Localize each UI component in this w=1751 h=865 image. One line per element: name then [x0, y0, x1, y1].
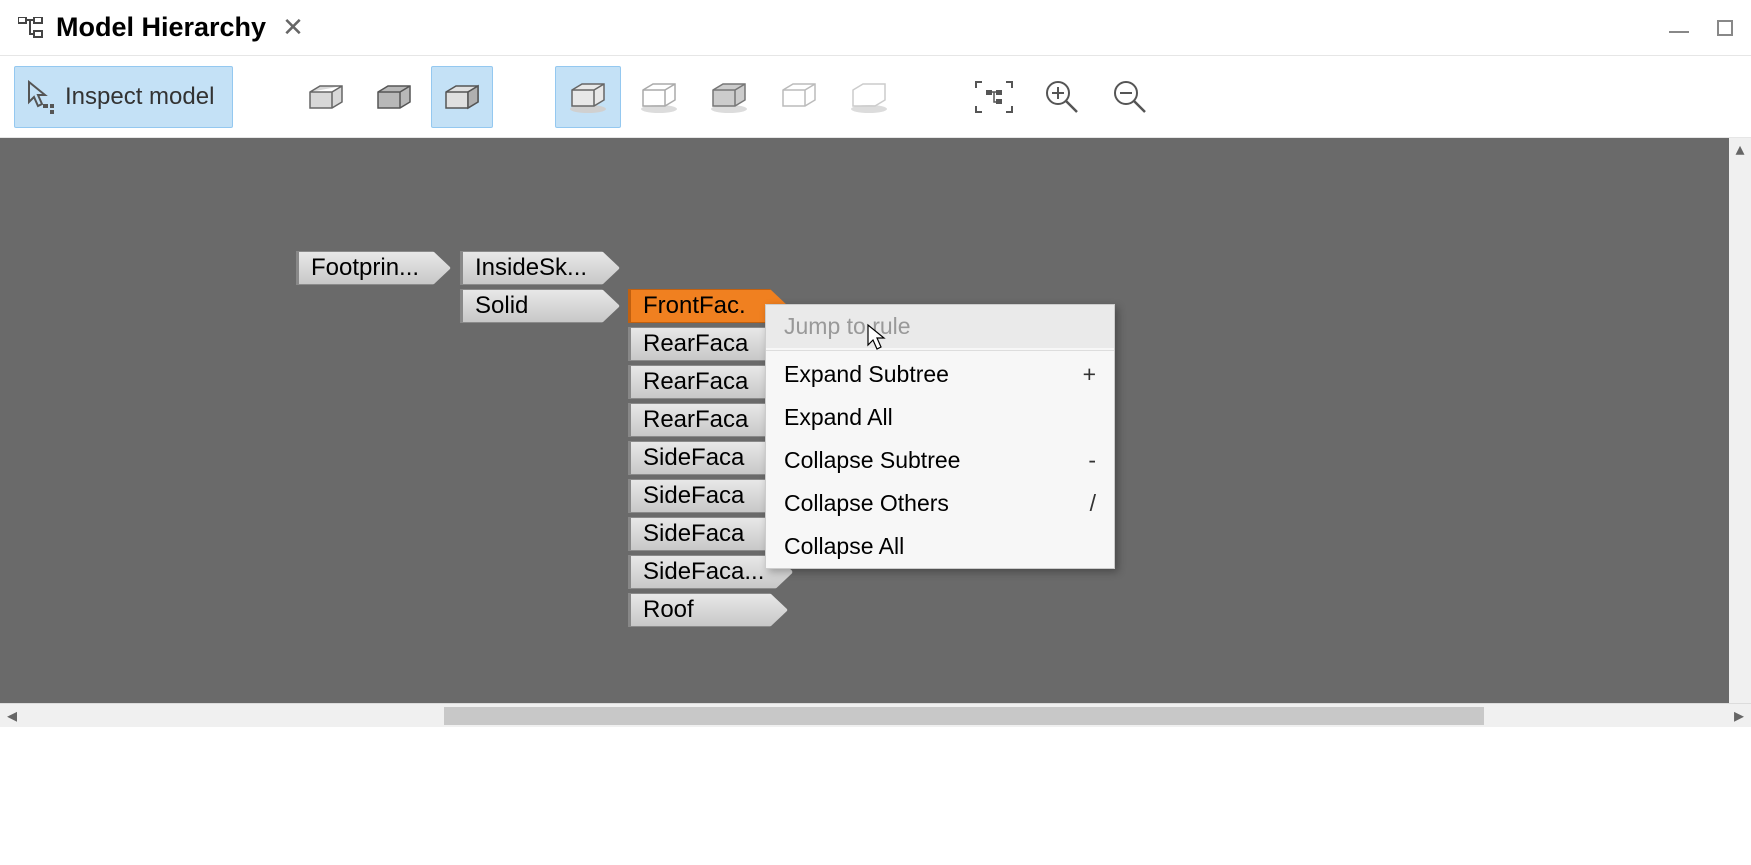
menu-separator: [766, 350, 1114, 351]
menu-item-shortcut: +: [1083, 361, 1096, 388]
scroll-track[interactable]: [24, 704, 1727, 727]
menu-item[interactable]: Expand Subtree +: [766, 353, 1114, 396]
scroll-thumb[interactable]: [444, 707, 1484, 725]
menu-item[interactable]: Collapse Subtree -: [766, 439, 1114, 482]
shadow-mode-3-button[interactable]: [697, 66, 761, 128]
hierarchy-node[interactable]: SideFaca: [628, 517, 788, 551]
shadow-mode-1-button[interactable]: [555, 66, 621, 128]
cursor-select-icon: [25, 80, 55, 114]
menu-item-label: Jump to rule: [784, 313, 911, 340]
menu-item-label: Collapse All: [784, 533, 904, 560]
title-left: Model Hierarchy ✕: [18, 12, 304, 43]
shadow-mode-5-button[interactable]: [837, 66, 901, 128]
hierarchy-node[interactable]: Footprin...: [296, 251, 451, 285]
scroll-right-arrow[interactable]: ▸: [1727, 704, 1751, 728]
maximize-button[interactable]: [1713, 16, 1737, 40]
hierarchy-node[interactable]: RearFaca: [628, 403, 788, 437]
box-wire-icon: [306, 82, 346, 112]
zoom-in-icon: [1043, 78, 1081, 116]
view-mode-3-button[interactable]: [431, 66, 493, 128]
box-shadow2-icon: [637, 80, 681, 114]
toolbar: Inspect model: [0, 56, 1751, 138]
box-ghost-icon: [777, 80, 821, 114]
hierarchy-node[interactable]: RearFaca: [628, 327, 788, 361]
box-solid-icon: [374, 82, 414, 112]
fit-view-icon: [974, 80, 1014, 114]
hierarchy-node[interactable]: RearFaca: [628, 365, 788, 399]
fit-view-button[interactable]: [963, 66, 1025, 128]
box-shaded-icon: [442, 82, 482, 112]
box-ground-icon: [847, 80, 891, 114]
panel-title: Model Hierarchy: [56, 12, 266, 43]
menu-item-shortcut: /: [1090, 490, 1096, 517]
box-shadow-icon: [566, 80, 610, 114]
scroll-left-arrow[interactable]: ◂: [0, 704, 24, 728]
vertical-scrollbar[interactable]: ▴: [1729, 138, 1751, 703]
zoom-out-button[interactable]: [1099, 66, 1161, 128]
zoom-out-icon: [1111, 78, 1149, 116]
menu-item[interactable]: Collapse All: [766, 525, 1114, 568]
hierarchy-node[interactable]: FrontFac.: [628, 289, 788, 323]
horizontal-scrollbar[interactable]: ◂ ▸: [0, 703, 1751, 727]
minimize-button[interactable]: [1667, 16, 1691, 40]
menu-item-shortcut: -: [1088, 447, 1096, 474]
menu-item[interactable]: Jump to rule: [766, 305, 1114, 348]
inspect-model-button[interactable]: Inspect model: [14, 66, 233, 128]
zoom-in-button[interactable]: [1031, 66, 1093, 128]
menu-item-label: Collapse Subtree: [784, 447, 960, 474]
hierarchy-node[interactable]: InsideSk...: [460, 251, 620, 285]
close-tab-button[interactable]: ✕: [282, 12, 304, 43]
inspect-model-label: Inspect model: [65, 83, 214, 111]
scroll-up-arrow[interactable]: ▴: [1729, 138, 1751, 160]
hierarchy-node[interactable]: SideFaca: [628, 479, 788, 513]
shadow-mode-4-button[interactable]: [767, 66, 831, 128]
menu-item[interactable]: Expand All: [766, 396, 1114, 439]
window-controls: [1667, 16, 1741, 40]
hierarchy-node[interactable]: SideFaca: [628, 441, 788, 475]
hierarchy-node[interactable]: Roof: [628, 593, 788, 627]
hierarchy-node[interactable]: Solid: [460, 289, 620, 323]
menu-item[interactable]: Collapse Others /: [766, 482, 1114, 525]
menu-item-label: Collapse Others: [784, 490, 949, 517]
menu-item-label: Expand Subtree: [784, 361, 949, 388]
box-shadow3-icon: [707, 80, 751, 114]
title-bar: Model Hierarchy ✕: [0, 0, 1751, 56]
menu-item-label: Expand All: [784, 404, 893, 431]
context-menu: Jump to rule Expand Subtree + Expand All Col…: [765, 304, 1115, 569]
hierarchy-icon: [18, 17, 46, 39]
view-mode-1-button[interactable]: [295, 66, 357, 128]
view-mode-2-button[interactable]: [363, 66, 425, 128]
shadow-mode-2-button[interactable]: [627, 66, 691, 128]
